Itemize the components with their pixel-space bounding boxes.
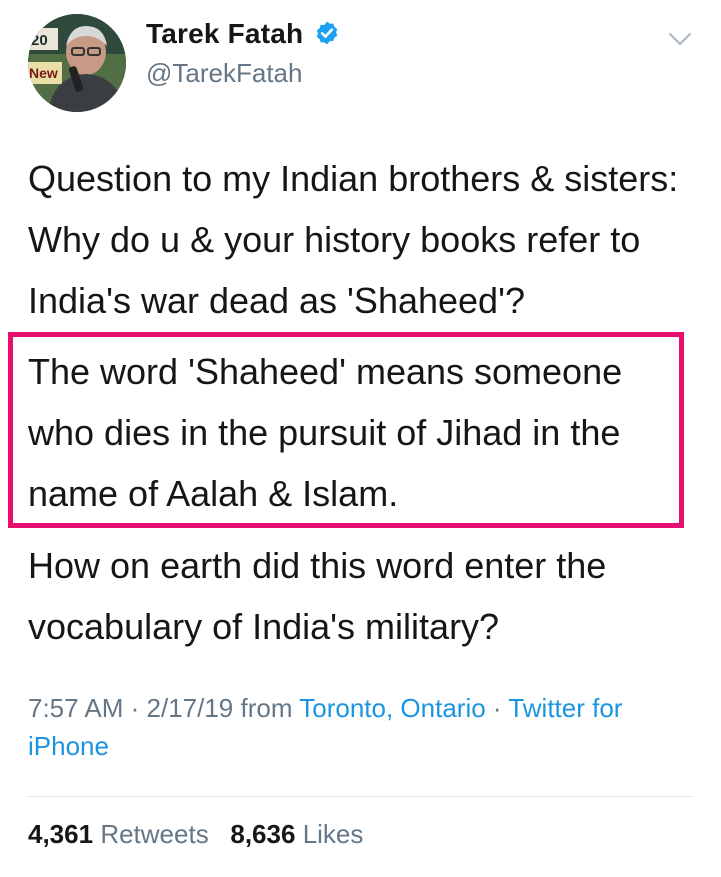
meta-separator: · xyxy=(485,693,509,723)
likes-count: 8,636 xyxy=(230,819,296,849)
chevron-down-icon[interactable] xyxy=(668,30,692,48)
verified-badge-icon xyxy=(316,21,337,44)
meta-separator: · xyxy=(123,693,147,723)
divider xyxy=(28,796,693,797)
author-handle[interactable]: @TarekFatah xyxy=(146,58,340,89)
tweet-time[interactable]: 7:57 AM xyxy=(28,693,123,723)
tweet-stats: 4,361 Retweets 8,636 Likes xyxy=(28,819,363,850)
retweets-count: 4,361 xyxy=(28,819,94,849)
tweet-paragraph-3: How on earth did this word enter the voc… xyxy=(28,545,607,647)
likes-label: Likes xyxy=(302,819,364,849)
tweet-date[interactable]: 2/17/19 xyxy=(147,693,234,723)
highlight-box xyxy=(8,332,684,528)
tweet-meta: 7:57 AM · 2/17/19 from Toronto, Ontario … xyxy=(28,689,688,765)
retweets-stat[interactable]: 4,361 Retweets xyxy=(28,819,209,849)
avatar-text-left: New xyxy=(29,65,58,81)
likes-stat[interactable]: 8,636 Likes xyxy=(230,819,363,849)
retweets-label: Retweets xyxy=(100,819,209,849)
tweet-paragraph-1: Question to my Indian brothers & sisters… xyxy=(28,158,679,321)
author-name[interactable]: Tarek Fatah xyxy=(146,18,303,50)
author-header[interactable]: Tarek Fatah @TarekFatah xyxy=(146,18,340,89)
avatar-text-top: 20 xyxy=(31,32,48,49)
from-label: from xyxy=(233,693,300,723)
avatar[interactable]: 20 New xyxy=(28,14,126,112)
location-link[interactable]: Toronto, Ontario xyxy=(299,693,485,723)
